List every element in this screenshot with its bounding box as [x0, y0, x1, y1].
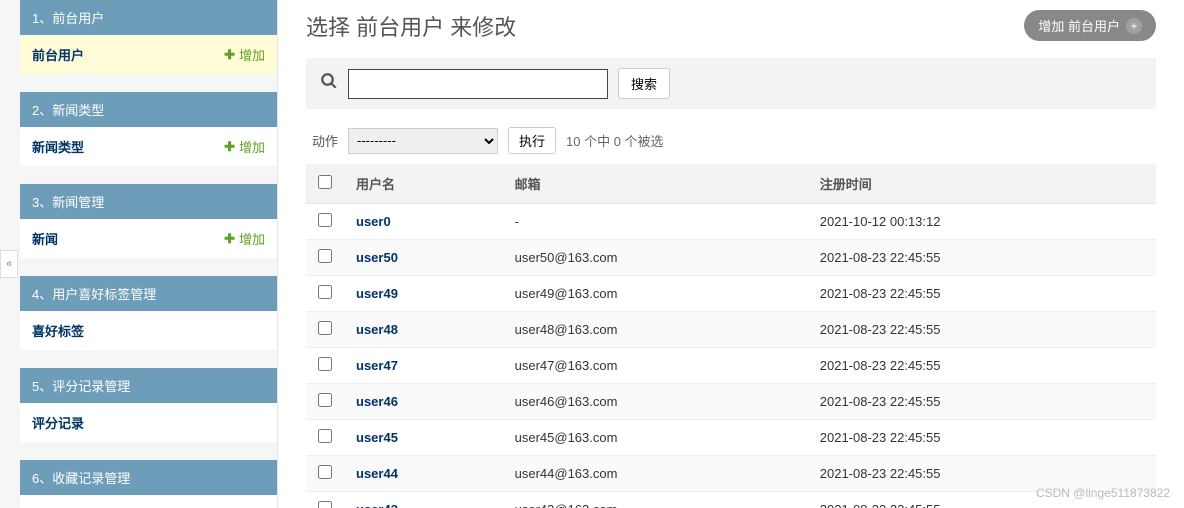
cell-email: user48@163.com — [503, 312, 808, 348]
cell-regtime: 2021-08-23 22:45:55 — [808, 492, 1156, 508]
sidebar-add-link[interactable]: ✚增加 — [224, 137, 265, 156]
module-header: 2、新闻类型 — [20, 92, 277, 127]
sidebar-item: 评分记录 — [20, 403, 277, 442]
sidebar-item: 新闻 ✚增加 — [20, 219, 277, 258]
cell-email: user46@163.com — [503, 384, 808, 420]
row-checkbox[interactable] — [318, 429, 332, 443]
actions-select[interactable]: --------- — [348, 128, 498, 154]
cell-email: user45@163.com — [503, 420, 808, 456]
cell-regtime: 2021-08-23 22:45:55 — [808, 240, 1156, 276]
select-all-checkbox[interactable] — [318, 175, 332, 189]
plus-icon: + — [1126, 18, 1142, 34]
col-username[interactable]: 用户名 — [344, 164, 503, 204]
module-header: 1、前台用户 — [20, 0, 277, 35]
search-button[interactable]: 搜索 — [618, 68, 670, 99]
table-row: user46 user46@163.com2021-08-23 22:45:55 — [306, 384, 1156, 420]
username-link[interactable]: user43 — [356, 502, 398, 508]
search-icon — [320, 72, 338, 95]
row-checkbox[interactable] — [318, 501, 332, 508]
cell-regtime: 2021-08-23 22:45:55 — [808, 312, 1156, 348]
sidebar-add-link[interactable]: ✚增加 — [224, 45, 265, 64]
cell-regtime: 2021-08-23 22:45:55 — [808, 456, 1156, 492]
module-header: 3、新闻管理 — [20, 184, 277, 219]
cell-email: user49@163.com — [503, 276, 808, 312]
row-checkbox[interactable] — [318, 393, 332, 407]
username-link[interactable]: user50 — [356, 250, 398, 265]
module-header: 4、用户喜好标签管理 — [20, 276, 277, 311]
table-row: user44 user44@163.com2021-08-23 22:45:55 — [306, 456, 1156, 492]
sidebar-add-label: 增加 — [239, 45, 265, 64]
row-checkbox[interactable] — [318, 357, 332, 371]
user-table: 用户名 邮箱 注册时间 user0-2021-10-12 00:13:12use… — [306, 164, 1156, 508]
row-checkbox[interactable] — [318, 465, 332, 479]
sidebar-item: 前台用户 ✚增加 — [20, 35, 277, 74]
page-title: 选择 前台用户 来修改 — [306, 10, 516, 42]
sidebar-item-link[interactable]: 新闻类型 — [32, 137, 84, 156]
col-email[interactable]: 邮箱 — [503, 164, 808, 204]
sidebar-item: 新闻类型 ✚增加 — [20, 127, 277, 166]
sidebar-item-link[interactable]: 新闻 — [32, 229, 58, 248]
sidebar: 1、前台用户前台用户✚增加2、新闻类型新闻类型✚增加3、新闻管理新闻✚增加4、用… — [0, 0, 278, 508]
cell-regtime: 2021-08-23 22:45:55 — [808, 348, 1156, 384]
table-row: user50 user50@163.com2021-08-23 22:45:55 — [306, 240, 1156, 276]
cell-email: user47@163.com — [503, 348, 808, 384]
module-header: 5、评分记录管理 — [20, 368, 277, 403]
search-input[interactable] — [348, 69, 608, 99]
sidebar-item: 收藏记录 — [20, 495, 277, 508]
add-user-button-label: 增加 前台用户 — [1038, 16, 1120, 35]
username-link[interactable]: user0 — [356, 214, 391, 229]
sidebar-add-label: 增加 — [239, 137, 265, 156]
collapse-sidebar-button[interactable]: « — [0, 250, 18, 278]
cell-regtime: 2021-10-12 00:13:12 — [808, 204, 1156, 240]
main-content: 选择 前台用户 来修改 增加 前台用户 + 搜索 动作 --------- 执行… — [278, 0, 1184, 508]
plus-icon: ✚ — [224, 47, 235, 63]
table-row: user49 user49@163.com2021-08-23 22:45:55 — [306, 276, 1156, 312]
cell-email: user43@163.com — [503, 492, 808, 508]
sidebar-item-link[interactable]: 前台用户 — [32, 45, 84, 64]
table-row: user0 -2021-10-12 00:13:12 — [306, 204, 1156, 240]
col-regtime[interactable]: 注册时间 — [808, 164, 1156, 204]
sidebar-add-label: 增加 — [239, 229, 265, 248]
username-link[interactable]: user48 — [356, 322, 398, 337]
plus-icon: ✚ — [224, 139, 235, 155]
username-link[interactable]: user49 — [356, 286, 398, 301]
go-button[interactable]: 执行 — [508, 127, 556, 154]
actions-label: 动作 — [312, 131, 338, 150]
cell-regtime: 2021-08-23 22:45:55 — [808, 384, 1156, 420]
cell-email: - — [503, 204, 808, 240]
row-checkbox[interactable] — [318, 321, 332, 335]
username-link[interactable]: user46 — [356, 394, 398, 409]
sidebar-add-link[interactable]: ✚增加 — [224, 229, 265, 248]
table-row: user47 user47@163.com2021-08-23 22:45:55 — [306, 348, 1156, 384]
search-bar: 搜索 — [306, 58, 1156, 109]
username-link[interactable]: user47 — [356, 358, 398, 373]
row-checkbox[interactable] — [318, 213, 332, 227]
sidebar-item-link[interactable]: 喜好标签 — [32, 321, 84, 340]
add-user-button[interactable]: 增加 前台用户 + — [1024, 10, 1156, 41]
row-checkbox[interactable] — [318, 285, 332, 299]
username-link[interactable]: user44 — [356, 466, 398, 481]
selection-count: 10 个中 0 个被选 — [566, 131, 664, 150]
username-link[interactable]: user45 — [356, 430, 398, 445]
plus-icon: ✚ — [224, 231, 235, 247]
cell-email: user50@163.com — [503, 240, 808, 276]
actions-row: 动作 --------- 执行 10 个中 0 个被选 — [306, 127, 1156, 154]
table-row: user48 user48@163.com2021-08-23 22:45:55 — [306, 312, 1156, 348]
sidebar-item: 喜好标签 — [20, 311, 277, 350]
cell-email: user44@163.com — [503, 456, 808, 492]
cell-regtime: 2021-08-23 22:45:55 — [808, 420, 1156, 456]
sidebar-item-link[interactable]: 评分记录 — [32, 413, 84, 432]
table-row: user43 user43@163.com2021-08-23 22:45:55 — [306, 492, 1156, 508]
table-row: user45 user45@163.com2021-08-23 22:45:55 — [306, 420, 1156, 456]
cell-regtime: 2021-08-23 22:45:55 — [808, 276, 1156, 312]
row-checkbox[interactable] — [318, 249, 332, 263]
module-header: 6、收藏记录管理 — [20, 460, 277, 495]
